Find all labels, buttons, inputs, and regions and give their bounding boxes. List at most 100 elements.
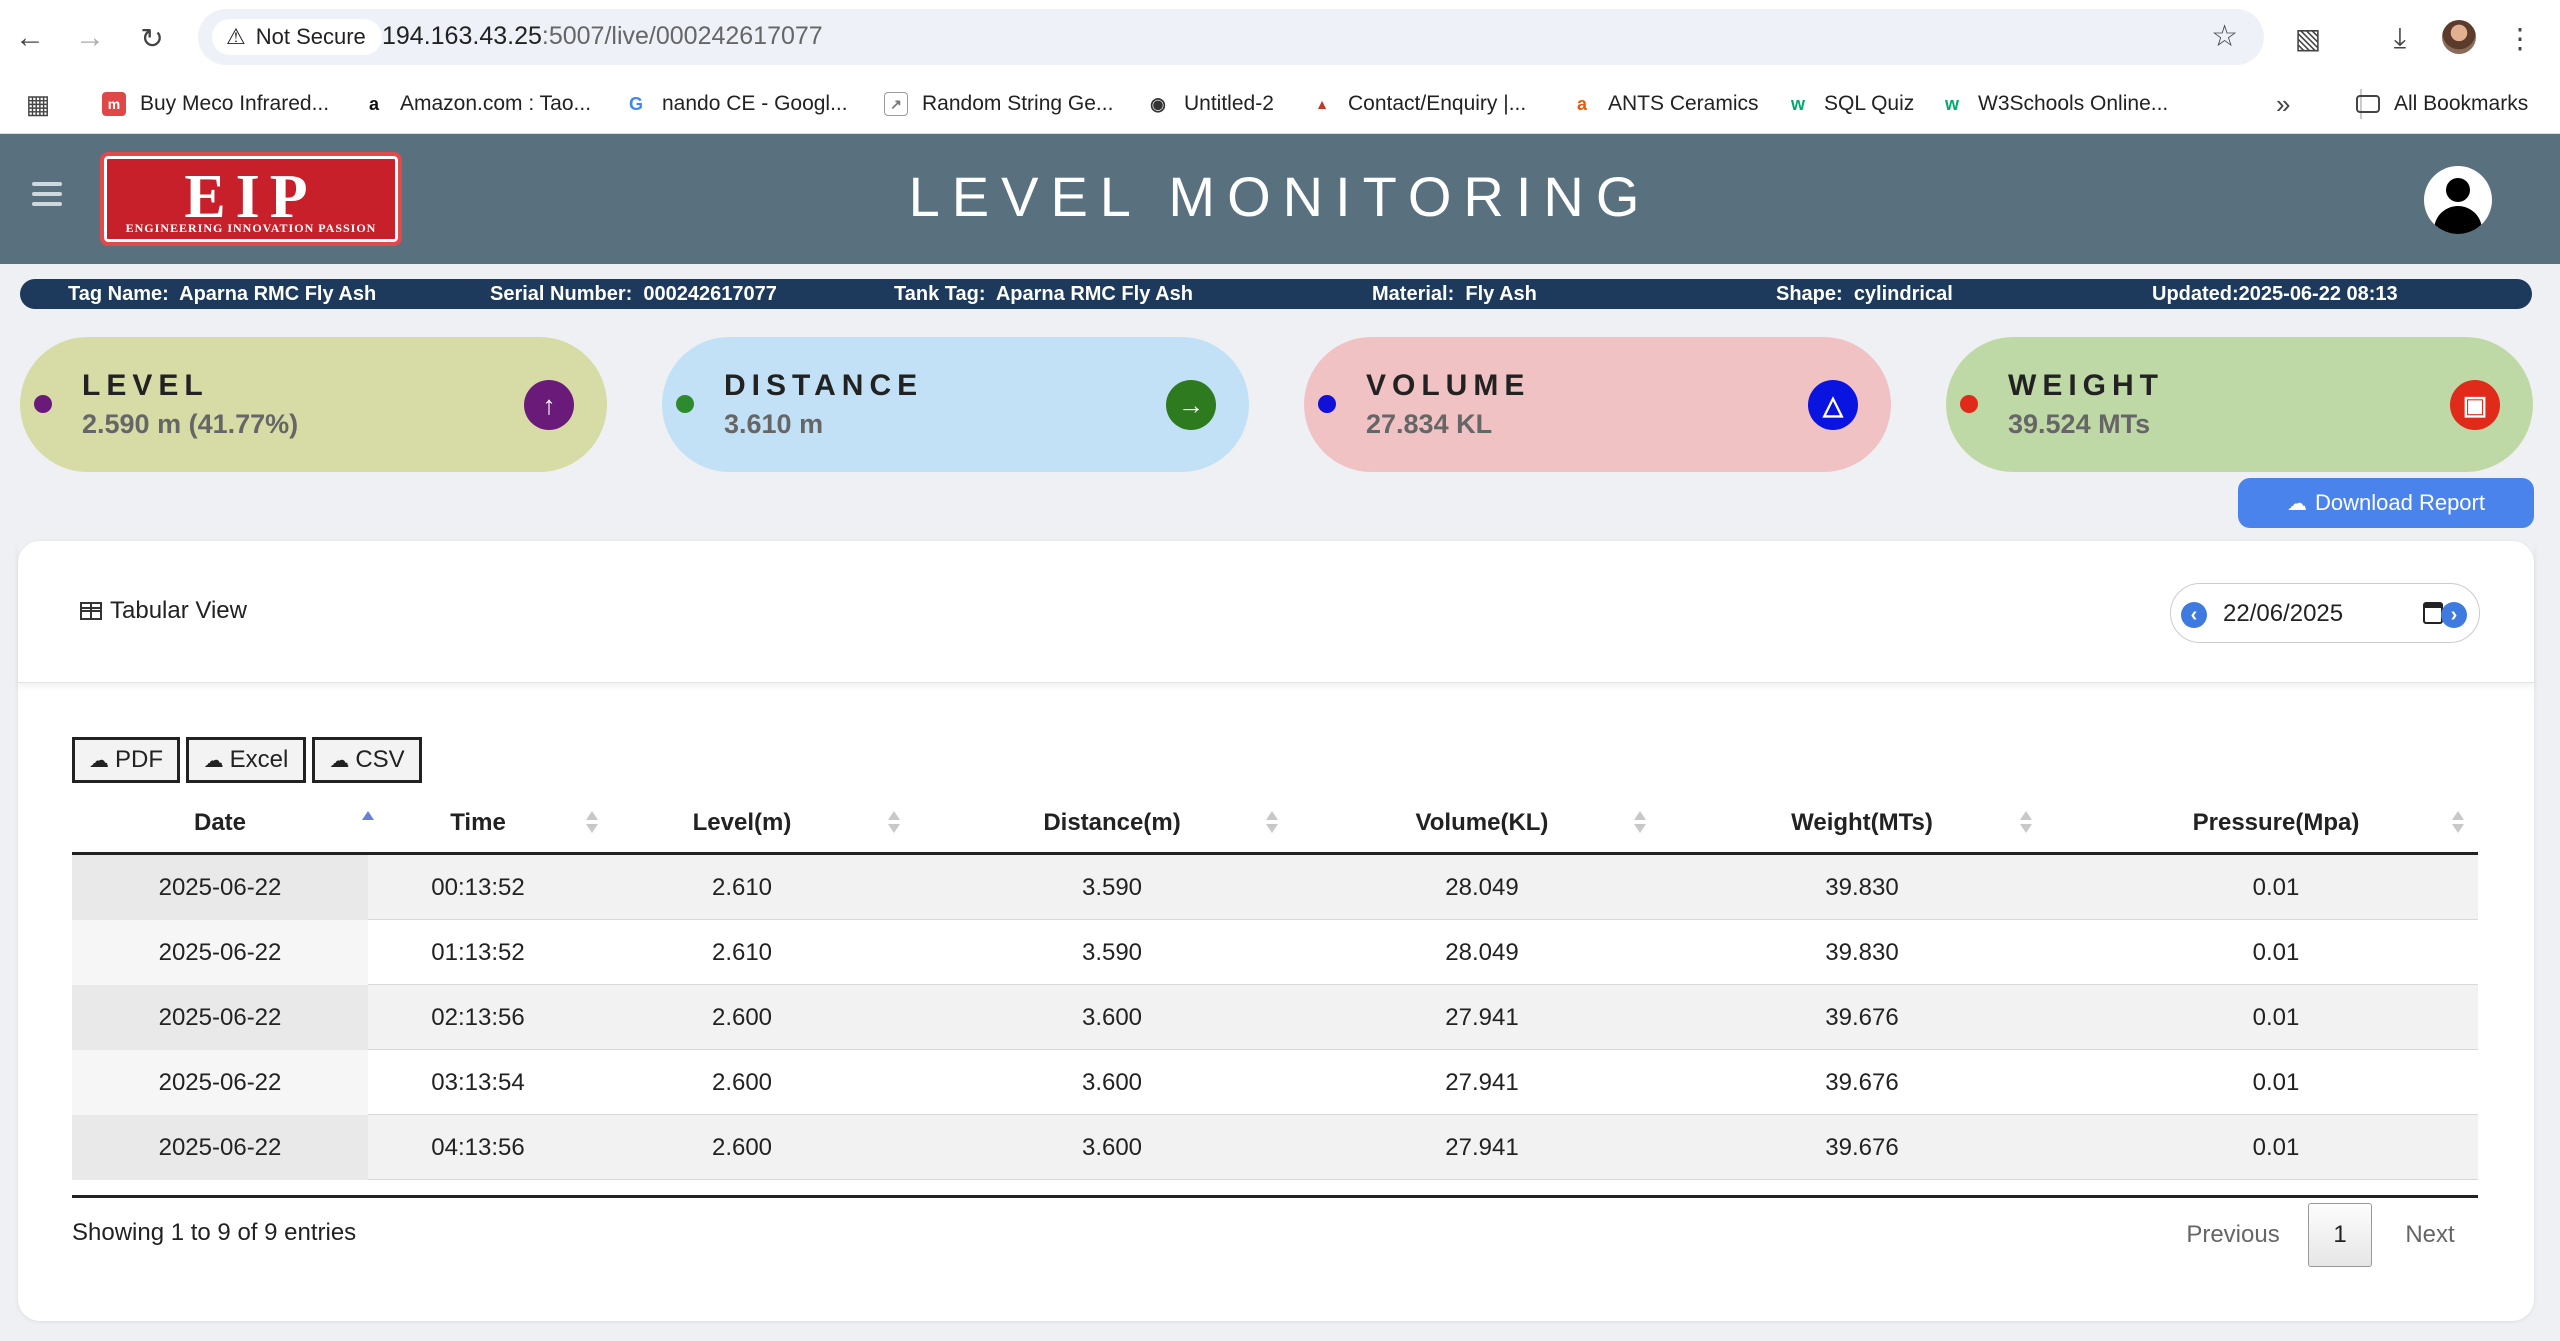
- column-header-date[interactable]: Date: [72, 791, 368, 855]
- more-bookmarks-chevron-icon[interactable]: »: [2276, 86, 2290, 122]
- flask-icon: △: [1808, 380, 1858, 430]
- export-pdf-button[interactable]: ☁ PDF: [72, 737, 180, 783]
- sort-icon[interactable]: [2452, 811, 2464, 835]
- download-report-button[interactable]: ☁ Download Report: [2238, 478, 2534, 528]
- bookmark-item[interactable]: w SQL Quiz: [1786, 86, 1914, 122]
- amazon-favicon: a: [368, 93, 379, 114]
- export-csv-button[interactable]: ☁ CSV: [312, 737, 422, 783]
- level-card[interactable]: LEVEL 2.590 m (41.77%) ↑: [20, 337, 607, 472]
- column-label: Distance(m): [1043, 809, 1181, 836]
- bookmark-item[interactable]: a Amazon.com : Tao...: [362, 86, 591, 122]
- cell-time: 01:13:52: [431, 938, 525, 966]
- sort-icon[interactable]: [888, 811, 900, 835]
- reload-icon[interactable]: ↻: [132, 18, 172, 58]
- cell-weight: 39.676: [1825, 1003, 1899, 1031]
- extensions-icon[interactable]: ▧: [2288, 18, 2328, 58]
- panel-header: Tabular View ‹ 22/06/2025 ›: [18, 541, 2534, 683]
- date-input[interactable]: 22/06/2025: [2223, 600, 2343, 628]
- sort-icon[interactable]: [586, 811, 598, 835]
- table-icon: [80, 602, 102, 620]
- back-icon[interactable]: ←: [10, 18, 50, 58]
- bookmark-item[interactable]: ◉ Untitled-2: [1146, 86, 1274, 122]
- url-text[interactable]: 194.163.43.25:5007/live/000242617077: [382, 22, 823, 51]
- sort-icon[interactable]: [1634, 811, 1646, 835]
- menu-kebab-icon[interactable]: ⋮: [2500, 18, 2540, 58]
- sort-icon[interactable]: [2020, 811, 2032, 835]
- card-label: DISTANCE: [724, 369, 924, 402]
- export-label: Excel: [229, 746, 289, 773]
- folder-icon: [2356, 95, 2380, 113]
- status-dot: [1318, 395, 1336, 413]
- cloud-download-icon: ☁: [89, 749, 109, 772]
- bookmark-item[interactable]: w W3Schools Online...: [1940, 86, 2168, 122]
- table-row[interactable]: 2025-06-22 01:13:52 2.610 3.590 28.049 3…: [72, 920, 2478, 985]
- sort-icon[interactable]: [1266, 811, 1278, 835]
- profile-avatar[interactable]: [2442, 20, 2476, 54]
- cell-weight: 39.676: [1825, 1068, 1899, 1096]
- cell-volume: 27.941: [1445, 1068, 1519, 1096]
- arrow-right-icon: →: [1166, 380, 1216, 430]
- card-value: 39.524 MTs: [2008, 409, 2151, 439]
- all-bookmarks[interactable]: All Bookmarks: [2356, 86, 2528, 122]
- bookmark-item[interactable]: a ANTS Ceramics: [1570, 86, 1759, 122]
- export-excel-button[interactable]: ☁ Excel: [186, 737, 306, 783]
- next-date-icon[interactable]: ›: [2441, 602, 2467, 628]
- bookmark-star-icon[interactable]: ☆: [2211, 19, 2238, 54]
- column-label: Time: [450, 809, 506, 836]
- previous-page-button[interactable]: Previous: [2168, 1203, 2298, 1267]
- card-value: 27.834 KL: [1366, 409, 1493, 439]
- card-label: WEIGHT: [2008, 369, 2164, 402]
- date-picker[interactable]: ‹ 22/06/2025 ›: [2170, 583, 2480, 643]
- security-chip[interactable]: ⚠ Not Secure: [212, 19, 382, 55]
- card-value: 3.610 m: [724, 409, 824, 439]
- address-bar[interactable]: ⚠ Not Secure 194.163.43.25:5007/live/000…: [198, 9, 2264, 65]
- column-label: Volume(KL): [1415, 809, 1549, 836]
- tabular-view-label: Tabular View: [110, 597, 247, 624]
- distance-card[interactable]: DISTANCE 3.610 m →: [662, 337, 1249, 472]
- column-header-level[interactable]: Level(m): [642, 791, 842, 855]
- column-header-time[interactable]: Time: [368, 791, 588, 855]
- ants-favicon: a: [1576, 93, 1587, 114]
- tank-tag-info: Tank Tag: Aparna RMC Fly Ash: [894, 283, 1193, 306]
- apps-grid-icon[interactable]: ▦: [18, 84, 58, 124]
- column-label: Pressure(Mpa): [2192, 809, 2360, 836]
- forward-icon[interactable]: →: [70, 18, 110, 58]
- page-title: LEVEL MONITORING: [908, 165, 1652, 228]
- table-row[interactable]: 2025-06-22 02:13:56 2.600 3.600 27.941 3…: [72, 985, 2478, 1050]
- bookmark-item[interactable]: ▲ Contact/Enquiry |...: [1310, 86, 1526, 122]
- weight-card[interactable]: WEIGHT 39.524 MTs ▣: [1946, 337, 2533, 472]
- random-string-favicon: ↗: [884, 92, 908, 116]
- export-label: PDF: [115, 746, 163, 773]
- tag-name-info: Tag Name: Aparna RMC Fly Ash: [68, 283, 376, 306]
- column-header-weight[interactable]: Weight(MTs): [1682, 791, 2042, 855]
- next-page-button[interactable]: Next: [2382, 1203, 2478, 1267]
- download-icon[interactable]: ⤓: [2380, 18, 2420, 58]
- previous-date-icon[interactable]: ‹: [2181, 602, 2207, 628]
- table-row[interactable]: 2025-06-22 03:13:54 2.600 3.600 27.941 3…: [72, 1050, 2478, 1115]
- bookmarks-bar: ▦ m Buy Meco Infrared... a Amazon.com : Ta…: [0, 74, 2560, 134]
- globe-favicon: ◉: [1150, 93, 1166, 114]
- column-header-pressure[interactable]: Pressure(Mpa): [2072, 791, 2480, 855]
- volume-card[interactable]: VOLUME 27.834 KL △: [1304, 337, 1891, 472]
- bookmark-item[interactable]: m Buy Meco Infrared...: [102, 86, 329, 122]
- table-row[interactable]: 2025-06-22 04:13:56 2.600 3.600 27.941 3…: [72, 1115, 2478, 1180]
- page-1-button[interactable]: 1: [2308, 1203, 2372, 1267]
- column-header-distance[interactable]: Distance(m): [952, 791, 1272, 855]
- url-path: :5007/live/000242617077: [541, 22, 823, 50]
- export-buttons: ☁ PDF ☁ Excel ☁ CSV: [72, 737, 428, 783]
- meco-favicon: m: [102, 92, 126, 116]
- user-account-icon[interactable]: [2424, 166, 2492, 234]
- cell-level: 2.610: [711, 938, 773, 966]
- cell-time: 04:13:56: [431, 1133, 525, 1161]
- column-header-volume[interactable]: Volume(KL): [1312, 791, 1652, 855]
- bookmark-item[interactable]: ↗ Random String Ge...: [884, 86, 1113, 122]
- contact-favicon: ▲: [1315, 96, 1329, 112]
- bookmark-item[interactable]: Gnando CE - Googl...: [624, 86, 848, 122]
- tabular-view-tab[interactable]: Tabular View: [80, 597, 247, 625]
- calendar-icon[interactable]: [2423, 602, 2443, 624]
- cell-time: 00:13:52: [431, 873, 525, 901]
- cell-pressure: 0.01: [2252, 873, 2300, 901]
- table-row[interactable]: 2025-06-22 00:13:52 2.610 3.590 28.049 3…: [72, 855, 2478, 920]
- bookmark-label: W3Schools Online...: [1978, 92, 2169, 115]
- cell-pressure: 0.01: [2252, 1133, 2300, 1161]
